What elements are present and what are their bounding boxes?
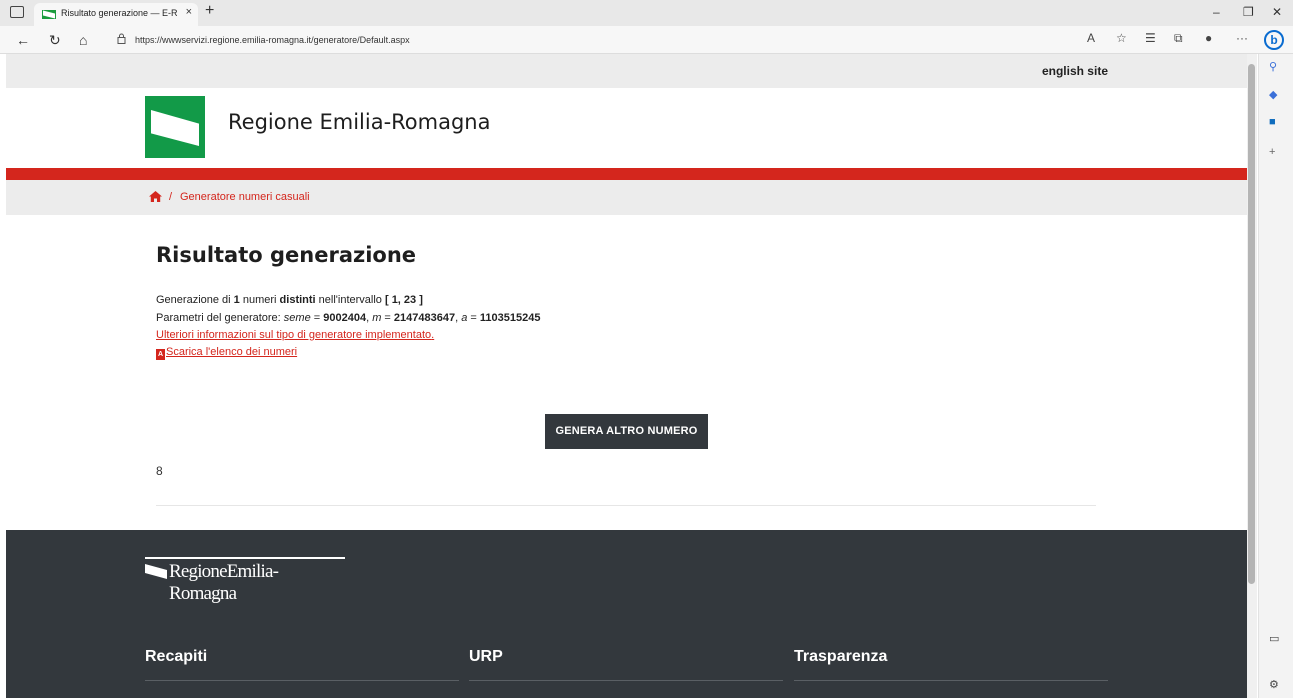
footer-recapiti-heading: Recapiti	[145, 648, 208, 665]
sidebar-toggle-icon[interactable]: ▭	[1269, 632, 1279, 645]
url-text: https://wwwservizi.regione.emilia-romagn…	[135, 35, 410, 45]
footer-logo[interactable]: RegioneEmilia-Romagna	[145, 557, 345, 604]
footer-divider	[469, 680, 783, 681]
download-numbers-link[interactable]: A Scarica l'elenco dei numeri	[156, 346, 297, 360]
red-divider	[6, 168, 1247, 180]
home-icon[interactable]	[149, 191, 162, 202]
footer-flag-icon	[145, 564, 167, 579]
restore-icon[interactable]: ❐	[1243, 5, 1254, 19]
pdf-icon: A	[156, 349, 165, 360]
page-scrollbar[interactable]	[1247, 54, 1257, 698]
footer-urp-heading: URP	[469, 648, 503, 665]
page-title: Risultato generazione	[156, 243, 417, 267]
collections-icon[interactable]: ⧉	[1174, 31, 1183, 46]
site-favicon-icon	[42, 10, 56, 19]
breadcrumb-separator: /	[169, 191, 173, 203]
more-icon[interactable]: ···	[1236, 31, 1248, 45]
generation-summary: Generazione di 1 numeri distinti nell'in…	[156, 294, 423, 306]
browser-tab[interactable]: Risultato generazione — E-R Il portale ×	[34, 3, 198, 26]
generate-another-number-button[interactable]: GENERA ALTRO NUMERO	[545, 414, 708, 449]
minimize-icon[interactable]: –	[1213, 5, 1220, 19]
footer-trasparenza-heading: Trasparenza	[794, 648, 888, 665]
favorites-list-icon[interactable]: ☰	[1145, 31, 1156, 45]
footer-divider	[145, 680, 459, 681]
scrollbar-thumb[interactable]	[1248, 64, 1255, 584]
favorite-icon[interactable]: ☆	[1116, 31, 1127, 45]
search-icon[interactable]: ⚲	[1269, 60, 1277, 73]
breadcrumb: / Generatore numeri casuali	[6, 180, 1247, 215]
english-site-link[interactable]: english site	[1042, 64, 1108, 78]
settings-icon[interactable]: ⚙	[1269, 678, 1279, 691]
address-toolbar: ← ↻ ⌂ https://wwwservizi.regione.emilia-…	[0, 26, 1293, 54]
footer: RegioneEmilia-Romagna Recapiti URP Trasp…	[6, 530, 1247, 698]
footer-divider	[794, 680, 1108, 681]
browser-tab-bar: Risultato generazione — E-R Il portale ×…	[0, 0, 1293, 26]
generator-info-link[interactable]: Ulteriori informazioni sul tipo di gener…	[156, 329, 434, 341]
read-aloud-icon[interactable]: A	[1087, 31, 1095, 45]
bing-icon[interactable]: b	[1264, 30, 1284, 50]
region-logo-icon[interactable]	[145, 96, 205, 158]
back-icon[interactable]: ←	[16, 32, 30, 48]
window-close-icon[interactable]: ✕	[1272, 5, 1282, 19]
content-divider	[156, 505, 1096, 506]
site-name[interactable]: Regione Emilia-Romagna	[228, 110, 491, 134]
lock-icon	[117, 33, 126, 44]
profile-icon[interactable]: ●	[1205, 31, 1212, 45]
home-browser-icon[interactable]: ⌂	[79, 32, 87, 48]
top-strip: english site	[6, 54, 1247, 88]
tab-title: Risultato generazione — E-R Il portale	[61, 8, 179, 18]
generated-number: 8	[156, 464, 163, 478]
generator-parameters: Parametri del generatore: seme = 9002404…	[156, 312, 541, 324]
browser-sidebar: ⚲ ◆ ■ + ▭ ⚙	[1258, 54, 1293, 698]
tab-close-icon[interactable]: ×	[186, 6, 192, 18]
tab-actions-icon[interactable]	[10, 6, 24, 18]
shopping-icon[interactable]: ◆	[1269, 88, 1277, 101]
web-page: english site Regione Emilia-Romagna / Ge…	[6, 54, 1247, 698]
url-field[interactable]: https://wwwservizi.regione.emilia-romagn…	[113, 30, 1253, 50]
outlook-icon[interactable]: ■	[1269, 116, 1276, 128]
breadcrumb-current[interactable]: Generatore numeri casuali	[180, 191, 310, 203]
add-sidebar-icon[interactable]: +	[1269, 146, 1275, 158]
new-tab-icon[interactable]: +	[205, 2, 214, 20]
refresh-icon[interactable]: ↻	[49, 32, 61, 49]
